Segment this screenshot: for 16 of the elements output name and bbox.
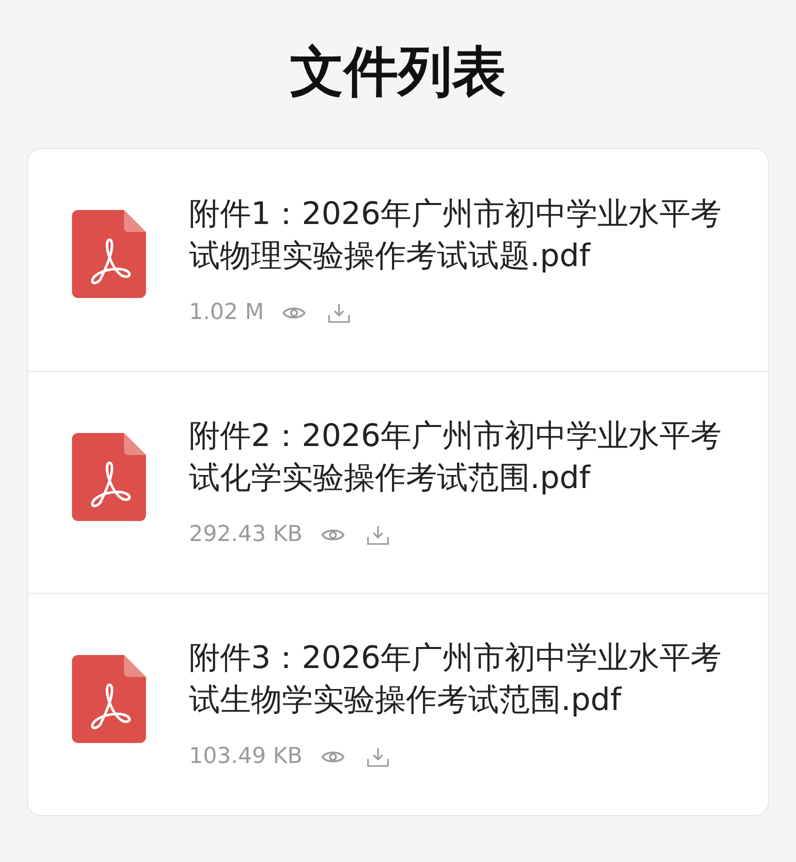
download-icon[interactable]	[366, 747, 388, 767]
pdf-file-icon	[72, 210, 146, 298]
page-title: 文件列表	[290, 40, 506, 104]
pdf-file-icon	[72, 432, 146, 520]
file-size: 292.43 KB	[189, 521, 302, 549]
download-icon[interactable]	[366, 525, 388, 545]
file-size: 1.02 M	[189, 298, 264, 326]
file-name[interactable]: 附件1：2026年广州市初中学业水平考试物理实验操作考试试题.pdf	[189, 192, 737, 276]
download-icon[interactable]	[328, 302, 350, 322]
eye-icon[interactable]	[320, 527, 344, 543]
file-name[interactable]: 附件3：2026年广州市初中学业水平考试生物学实验操作考试范围.pdf	[189, 637, 737, 721]
file-size: 103.49 KB	[189, 743, 302, 771]
file-name[interactable]: 附件2：2026年广州市初中学业水平考试化学实验操作考试范围.pdf	[189, 415, 737, 499]
eye-icon[interactable]	[282, 304, 306, 320]
pdf-file-icon	[72, 654, 146, 742]
eye-icon[interactable]	[320, 749, 344, 765]
